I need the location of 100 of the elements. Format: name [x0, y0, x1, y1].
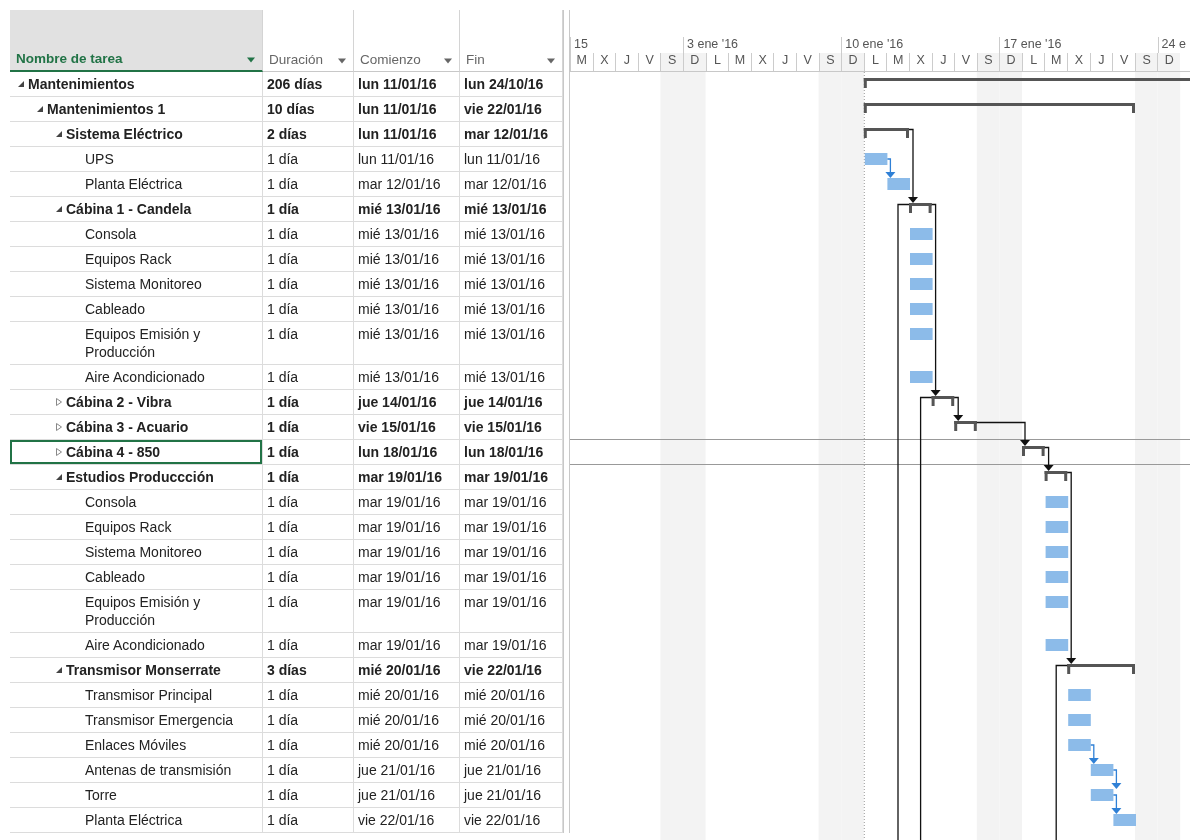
task-name: Mantenimientos: [28, 75, 135, 93]
task-name-cell[interactable]: Consola: [10, 222, 263, 247]
task-name: Planta Eléctrica: [85, 811, 183, 829]
table-cell: lun 18/01/16: [460, 440, 563, 465]
dropdown-arrow-icon[interactable]: [546, 58, 556, 64]
table-cell: mié 20/01/16: [354, 683, 460, 708]
task-name-cell[interactable]: Transmisor Principal: [10, 683, 263, 708]
table-cell: 2 días: [263, 122, 354, 147]
table-cell: lun 11/01/16: [354, 122, 460, 147]
day-label: D: [841, 53, 864, 71]
table-cell: mié 13/01/16: [460, 197, 563, 222]
day-label: J: [615, 53, 638, 71]
task-name: Consola: [85, 493, 137, 511]
task-name-cell[interactable]: Enlaces Móviles: [10, 733, 263, 758]
task-bar[interactable]: [864, 153, 888, 165]
day-label: V: [795, 53, 819, 71]
table-cell: 1 día: [263, 515, 354, 540]
task-name-cell[interactable]: Cábina 3 - Acuario: [10, 415, 263, 440]
dropdown-arrow-icon[interactable]: [337, 58, 347, 64]
task-bar[interactable]: [1090, 789, 1114, 801]
table-cell: mié 13/01/16: [354, 272, 460, 297]
summary-bar[interactable]: [863, 128, 909, 138]
dropdown-arrow-icon[interactable]: [246, 57, 256, 63]
task-name-cell[interactable]: Aire Acondicionado: [10, 633, 263, 658]
table-cell: jue 21/01/16: [460, 783, 563, 808]
task-name-cell[interactable]: Planta Eléctrica: [10, 172, 263, 197]
task-name-cell[interactable]: Transmisor Emergencia: [10, 708, 263, 733]
task-name: Transmisor Principal: [85, 686, 213, 704]
task-name-cell[interactable]: Cábina 2 - Vibra: [10, 390, 263, 415]
day-label: X: [750, 53, 774, 71]
summary-bar[interactable]: [1022, 446, 1045, 456]
column-header[interactable]: Nombre de tarea: [10, 10, 263, 72]
table-cell: mar 19/01/16: [354, 515, 460, 540]
task-bar[interactable]: [1045, 571, 1069, 583]
day-label: J: [1089, 53, 1113, 71]
task-name-cell[interactable]: Equipos Emisión y Producción: [10, 322, 263, 365]
summary-bar[interactable]: [1044, 471, 1068, 481]
task-bar[interactable]: [1045, 546, 1069, 558]
summary-bar[interactable]: [1067, 664, 1135, 674]
task-name-cell[interactable]: Torre: [10, 783, 263, 808]
task-name: Equipos Emisión y Producción: [85, 325, 202, 361]
table-cell: mar 19/01/16: [354, 540, 460, 565]
table-cell: 1 día: [263, 758, 354, 783]
task-name-cell[interactable]: Equipos Emisión y Producción: [10, 590, 263, 633]
day-label: L: [1021, 53, 1045, 71]
table-cell: mar 12/01/16: [354, 172, 460, 197]
table-cell: 1 día: [263, 415, 354, 440]
table-cell: lun 18/01/16: [354, 440, 460, 465]
task-name-cell[interactable]: Planta Eléctrica: [10, 808, 263, 833]
task-name-cell[interactable]: Cábina 1 - Candela: [10, 197, 263, 222]
table-cell: mié 20/01/16: [460, 708, 563, 733]
table-cell: mié 13/01/16: [354, 297, 460, 322]
table-cell: 1 día: [263, 247, 354, 272]
task-name-cell[interactable]: Estudios Produccción: [10, 465, 263, 490]
task-name-cell[interactable]: Cábina 4 - 850: [10, 440, 263, 465]
task-name-cell[interactable]: Mantenimientos 1: [10, 97, 263, 122]
task-name-cell[interactable]: UPS: [10, 147, 263, 172]
task-name-cell[interactable]: Mantenimientos: [10, 72, 263, 97]
table-cell: mié 20/01/16: [354, 708, 460, 733]
table-cell: 1 día: [263, 440, 354, 465]
table-cell: 1 día: [263, 297, 354, 322]
task-name-cell[interactable]: Equipos Rack: [10, 515, 263, 540]
day-label: J: [773, 53, 796, 71]
task-name-cell[interactable]: Sistema Eléctrico: [10, 122, 263, 147]
task-name: Sistema Eléctrico: [66, 125, 183, 143]
summary-bar[interactable]: [954, 421, 977, 431]
task-name-cell[interactable]: Cableado: [10, 565, 263, 590]
summary-bar[interactable]: [931, 396, 955, 406]
task-bar[interactable]: [1045, 496, 1069, 508]
task-name-cell[interactable]: Equipos Rack: [10, 247, 263, 272]
task-name-cell[interactable]: Transmisor Monserrate: [10, 658, 263, 683]
task-bar[interactable]: [1045, 639, 1069, 651]
summary-bar[interactable]: [863, 78, 1190, 88]
table-cell: jue 14/01/16: [354, 390, 460, 415]
summary-bar[interactable]: [909, 203, 932, 213]
column-header[interactable]: Comienzo: [354, 10, 460, 72]
task-name-cell[interactable]: Antenas de transmisión: [10, 758, 263, 783]
table-cell: vie 22/01/16: [460, 808, 563, 833]
task-name-cell[interactable]: Consola: [10, 490, 263, 515]
dropdown-arrow-icon[interactable]: [443, 58, 453, 64]
summary-bar[interactable]: [863, 103, 1135, 113]
table-cell: mié 13/01/16: [354, 322, 460, 365]
task-name-cell[interactable]: Sistema Monitoreo: [10, 540, 263, 565]
table-cell: 1 día: [263, 390, 354, 415]
task-name-cell[interactable]: Sistema Monitoreo: [10, 272, 263, 297]
task-name: Cábina 2 - Vibra: [66, 393, 172, 411]
table-cell: mié 20/01/16: [460, 683, 563, 708]
task-name: Transmisor Emergencia: [85, 711, 234, 729]
column-header[interactable]: Duración: [263, 10, 354, 72]
task-name: Aire Acondicionado: [85, 368, 205, 386]
task-bar[interactable]: [1045, 596, 1069, 608]
table-cell: mar 19/01/16: [354, 465, 460, 490]
day-label: L: [863, 53, 887, 71]
table-cell: mar 19/01/16: [354, 490, 460, 515]
task-name-cell[interactable]: Cableado: [10, 297, 263, 322]
task-bar[interactable]: [1090, 764, 1114, 776]
table-cell: 1 día: [263, 808, 354, 833]
task-bar[interactable]: [1045, 521, 1069, 533]
task-name-cell[interactable]: Aire Acondicionado: [10, 365, 263, 390]
task-name: Consola: [85, 225, 137, 243]
